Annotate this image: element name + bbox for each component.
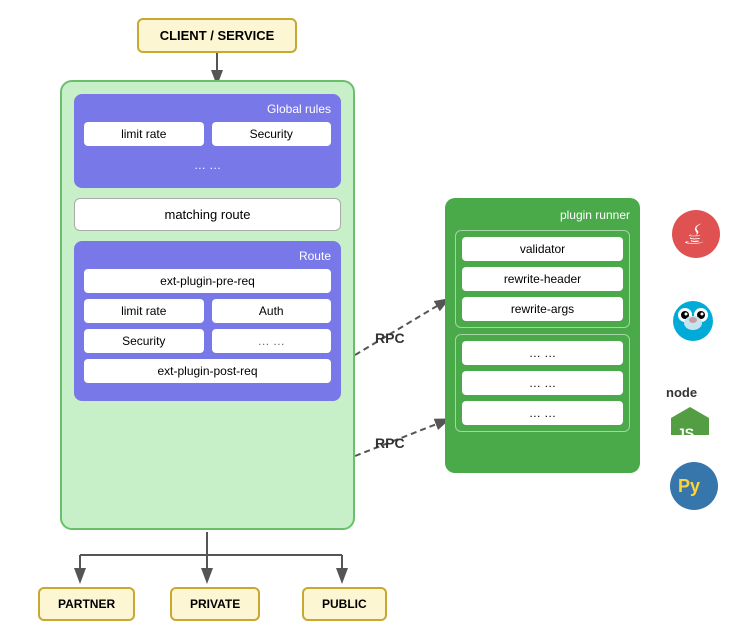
- security-pill-global: Security: [212, 122, 332, 146]
- global-rules-title: Global rules: [84, 102, 331, 116]
- client-service-box: CLIENT / SERVICE: [137, 18, 297, 53]
- limit-rate-pill-route: limit rate: [84, 299, 204, 323]
- private-box: PRIVATE: [170, 587, 260, 621]
- plugin-runner-title: plugin runner: [455, 208, 630, 222]
- dots-pill-route: … …: [212, 329, 332, 353]
- plugin-dots-2: … …: [462, 371, 623, 395]
- matching-route-box: matching route: [74, 198, 341, 231]
- python-logo-svg: Py: [668, 460, 720, 512]
- svg-text:node: node: [666, 385, 697, 400]
- nodejs-icon: node JS: [660, 375, 720, 435]
- go-icon: [665, 295, 721, 351]
- ext-post-req-pill: ext-plugin-post-req: [84, 359, 331, 383]
- nodejs-logo-svg: node JS: [663, 375, 717, 435]
- matching-route-label: matching route: [165, 207, 251, 222]
- security-pill-route: Security: [84, 329, 204, 353]
- plugin-group-top: validator rewrite-header rewrite-args: [455, 230, 630, 328]
- diagram-container: CLIENT / SERVICE Global rules limit rate…: [0, 0, 732, 643]
- svg-text:JS: JS: [677, 425, 694, 435]
- rewrite-header-pill: rewrite-header: [462, 267, 623, 291]
- python-icon: Py: [668, 460, 720, 512]
- java-logo-svg: [682, 220, 710, 248]
- route-row-1: limit rate Auth: [84, 299, 331, 323]
- plugin-group-bottom: … … … … … …: [455, 334, 630, 432]
- global-rules-pills: limit rate Security: [84, 122, 331, 146]
- svg-text:Py: Py: [678, 476, 700, 496]
- public-box: PUBLIC: [302, 587, 387, 621]
- route-title: Route: [84, 249, 331, 263]
- plugin-dots-3: … …: [462, 401, 623, 425]
- route-row-2: Security … …: [84, 329, 331, 353]
- plugin-runner-box: plugin runner validator rewrite-header r…: [445, 198, 640, 473]
- plugin-dots-1: … …: [462, 341, 623, 365]
- global-rules-box: Global rules limit rate Security … …: [74, 94, 341, 188]
- client-service-label: CLIENT / SERVICE: [160, 28, 275, 43]
- ext-pre-req-pill: ext-plugin-pre-req: [84, 269, 331, 293]
- rewrite-args-pill: rewrite-args: [462, 297, 623, 321]
- java-icon: [672, 210, 720, 258]
- global-rules-dots: … …: [84, 154, 331, 176]
- route-box: Route ext-plugin-pre-req limit rate Auth…: [74, 241, 341, 401]
- validator-pill: validator: [462, 237, 623, 261]
- rpc-label-2: RPC: [375, 435, 405, 451]
- limit-rate-pill-global: limit rate: [84, 122, 204, 146]
- main-green-box: Global rules limit rate Security … … mat…: [60, 80, 355, 530]
- partner-box: PARTNER: [38, 587, 135, 621]
- rpc-label-1: RPC: [375, 330, 405, 346]
- auth-pill-route: Auth: [212, 299, 332, 323]
- go-logo-svg: [665, 295, 721, 351]
